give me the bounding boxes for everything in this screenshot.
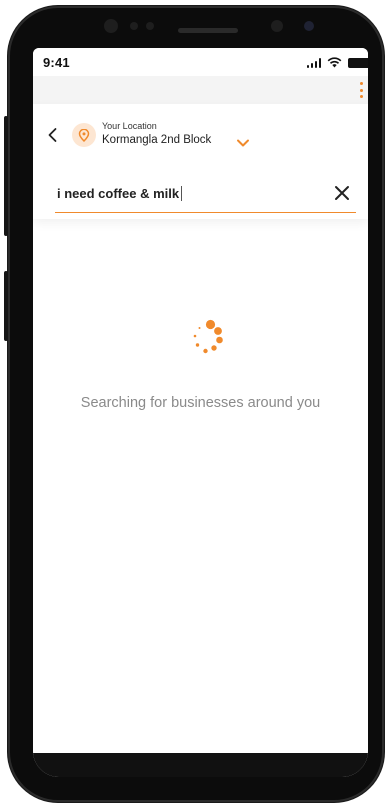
front-camera — [104, 19, 118, 33]
kebab-menu-icon[interactable] — [358, 82, 364, 98]
location-caption: Your Location — [102, 121, 157, 131]
signal-icon — [306, 58, 321, 68]
bottom-bezel — [33, 753, 368, 777]
close-icon[interactable] — [334, 185, 350, 201]
wifi-icon — [327, 57, 342, 68]
battery-icon — [348, 58, 368, 68]
location-selector[interactable]: Kormangla 2nd Block — [102, 134, 211, 146]
location-pin-badge[interactable] — [72, 123, 96, 147]
status-time: 9:41 — [43, 55, 70, 70]
front-camera-secondary — [304, 21, 314, 31]
chevron-down-icon[interactable] — [236, 138, 250, 148]
loading-spinner-icon — [193, 319, 223, 354]
search-header: Your Location Kormangla 2nd Block i need… — [33, 104, 368, 219]
volume-button — [4, 116, 8, 236]
location-pin-icon — [78, 128, 90, 142]
app-bar — [33, 76, 368, 104]
text-cursor — [181, 186, 183, 201]
proximity-sensor — [271, 20, 283, 32]
search-input[interactable]: i need coffee & milk — [55, 176, 356, 213]
phone-frame: 9:41 Your Location Kormangla 2nd Block i… — [4, 6, 384, 802]
power-button — [4, 271, 8, 341]
back-button[interactable] — [45, 126, 61, 144]
sensor-dot — [130, 22, 138, 30]
screen: 9:41 Your Location Kormangla 2nd Block i… — [33, 48, 368, 777]
status-icons — [306, 56, 368, 68]
sensor-dot — [146, 22, 154, 30]
earpiece-speaker — [178, 28, 238, 33]
search-field-text[interactable]: i need coffee & milk — [57, 186, 183, 201]
loading-message: Searching for businesses around you — [80, 395, 321, 411]
status-bar: 9:41 — [33, 48, 368, 76]
search-value: i need coffee & milk — [57, 186, 180, 201]
